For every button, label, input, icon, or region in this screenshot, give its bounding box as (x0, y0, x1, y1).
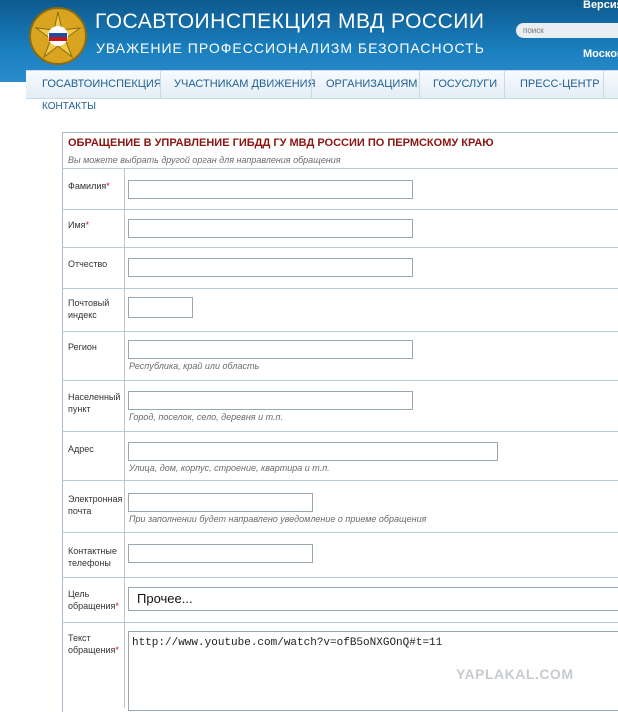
phones-field[interactable] (128, 544, 313, 563)
row-divider (62, 331, 618, 332)
purpose-label: Цель обращения* (68, 589, 119, 611)
row-divider (62, 380, 618, 381)
row-divider (62, 532, 618, 533)
site-title[interactable]: ГОСАВТОИНСПЕКЦИЯ МВД РОССИИ (95, 10, 484, 34)
region-label: Регион (68, 342, 97, 352)
nav-item-contacts[interactable]: КОНТАКТЫ (42, 101, 96, 112)
nav-divider (311, 71, 312, 98)
police-emblem-icon[interactable] (28, 6, 88, 66)
email-hint: При заполнении будет направлено уведомле… (129, 514, 427, 524)
region-hint: Республика, край или область (129, 361, 260, 371)
site-slogan: УВАЖЕНИЕ ПРОФЕССИОНАЛИЗМ БЕЗОПАСНОСТЬ (96, 40, 485, 56)
purpose-select[interactable]: Прочее... (128, 587, 618, 611)
row-divider (62, 431, 618, 432)
row-divider (62, 622, 618, 623)
postal-code-label: Почтовый индекс (68, 298, 110, 320)
search-input[interactable] (516, 23, 618, 38)
locality-field[interactable] (128, 391, 413, 410)
nav-divider (504, 71, 505, 98)
patronymic-label: Отчество (68, 259, 108, 269)
region-field[interactable] (128, 340, 413, 359)
row-divider (62, 288, 618, 289)
city-selector[interactable]: Москов (583, 48, 618, 60)
locality-hint: Город, поселок, село, деревня и т.п. (129, 412, 283, 422)
last-name-field[interactable] (128, 180, 413, 199)
nav-item-press-center[interactable]: ПРЕСС-ЦЕНТР (520, 71, 600, 98)
postal-code-field[interactable] (128, 297, 193, 318)
patronymic-field[interactable] (128, 258, 413, 277)
last-name-label: Фамилия* (68, 181, 110, 191)
row-divider (62, 247, 618, 248)
address-hint: Улица, дом, корпус, строение, квартира и… (129, 463, 330, 473)
nav-item-organizations[interactable]: ОРГАНИЗАЦИЯМ (326, 71, 417, 98)
form-title: ОБРАЩЕНИЕ В УПРАВЛЕНИЕ ГИБДД ГУ МВД РОСС… (68, 137, 494, 149)
nav-item-participants[interactable]: УЧАСТНИКАМ ДВИЖЕНИЯ (174, 71, 316, 98)
main-nav: ГОСАВТОИНСПЕКЦИЯ УЧАСТНИКАМ ДВИЖЕНИЯ ОРГ… (26, 70, 618, 99)
row-divider (62, 577, 618, 578)
version-link[interactable]: Версия д (583, 0, 618, 11)
locality-label: Населенный пункт (68, 392, 121, 414)
email-label: Электронная почта (68, 494, 123, 516)
watermark: YAPLAKAL.COM (456, 666, 574, 682)
change-authority-link[interactable]: Вы можете выбрать другой орган для напра… (68, 155, 341, 165)
row-divider (62, 480, 618, 481)
nav-divider (160, 71, 161, 98)
row-divider (62, 209, 618, 210)
text-label: Текст обращения* (68, 633, 119, 655)
nav-divider (419, 71, 420, 98)
email-field[interactable] (128, 493, 313, 512)
nav-item-gosuslugi[interactable]: ГОСУСЛУГИ (433, 71, 497, 98)
address-field[interactable] (128, 442, 498, 461)
nav-item-gosavtoinspekciya[interactable]: ГОСАВТОИНСПЕКЦИЯ (42, 71, 162, 98)
form-top-border (62, 132, 618, 133)
first-name-field[interactable] (128, 219, 413, 238)
label-column-divider (124, 168, 125, 708)
first-name-label: Имя* (68, 220, 90, 230)
nav-divider (603, 71, 604, 98)
phones-label: Контактные телефоны (68, 546, 117, 568)
address-label: Адрес (68, 444, 94, 454)
row-divider (62, 168, 618, 169)
